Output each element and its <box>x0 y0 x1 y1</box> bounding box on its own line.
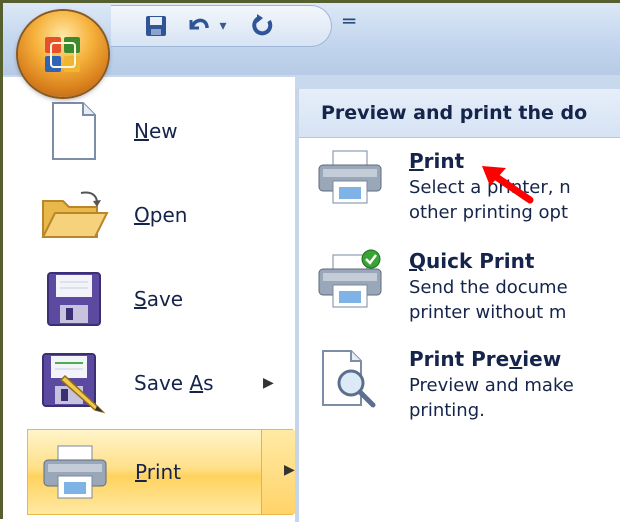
save-icon[interactable] <box>141 12 171 40</box>
office-button[interactable] <box>18 11 108 97</box>
menu-label-print: Print <box>135 460 182 484</box>
menu-item-print[interactable]: Print ▶ <box>27 429 319 515</box>
open-folder-icon <box>39 183 109 247</box>
annotation-arrow-icon <box>482 166 534 204</box>
redo-icon[interactable] <box>247 12 277 40</box>
quick-print-icon <box>317 249 387 315</box>
save-as-icon <box>39 351 109 415</box>
menu-label-new: New <box>134 119 178 143</box>
menu-label-save-as: Save As <box>134 371 214 395</box>
new-document-icon <box>39 99 109 163</box>
option-title-quick-print: Quick Print <box>409 249 535 273</box>
option-desc-print-preview: Preview and make printing. <box>409 375 574 421</box>
undo-dropdown-icon[interactable]: ▾ <box>215 12 231 40</box>
office-window: ▾ ═ New Open Save Save As ▶ Print ▶ Prev… <box>0 0 620 522</box>
option-print[interactable]: Print Select a printer, n other printing… <box>299 149 620 245</box>
printer-icon <box>317 149 387 215</box>
submenu-arrow-icon: ▶ <box>263 375 274 391</box>
submenu-arrow-icon: ▶ <box>284 462 295 478</box>
office-logo-icon <box>45 37 80 72</box>
menu-label-open: Open <box>134 203 188 227</box>
option-desc-quick-print: Send the docume printer without m <box>409 277 568 323</box>
option-title-print-preview: Print Preview <box>409 347 562 371</box>
menu-item-new[interactable]: New <box>3 89 295 173</box>
quick-access-toolbar: ▾ <box>111 5 332 47</box>
menu-item-save[interactable]: Save <box>3 257 295 341</box>
panel-header-title: Preview and print the do <box>321 102 588 124</box>
panel-header: Preview and print the do <box>299 89 620 138</box>
menu-item-open[interactable]: Open <box>3 173 295 257</box>
printer-icon <box>40 440 110 504</box>
option-print-preview[interactable]: Print Preview Preview and make printing. <box>299 347 620 443</box>
print-submenu-panel: Preview and print the do Print Select a … <box>299 89 620 522</box>
print-preview-icon <box>317 347 387 413</box>
menu-label-save: Save <box>134 287 184 311</box>
office-menu-left: New Open Save Save As ▶ Print ▶ <box>3 77 319 522</box>
undo-icon[interactable] <box>183 12 213 40</box>
customize-toolbar-icon[interactable]: ═ <box>343 9 355 33</box>
save-disk-icon <box>39 267 109 331</box>
option-quick-print[interactable]: Quick Print Send the docume printer with… <box>299 249 620 345</box>
option-title-print: Print <box>409 149 465 173</box>
menu-item-save-as[interactable]: Save As ▶ <box>3 341 295 425</box>
